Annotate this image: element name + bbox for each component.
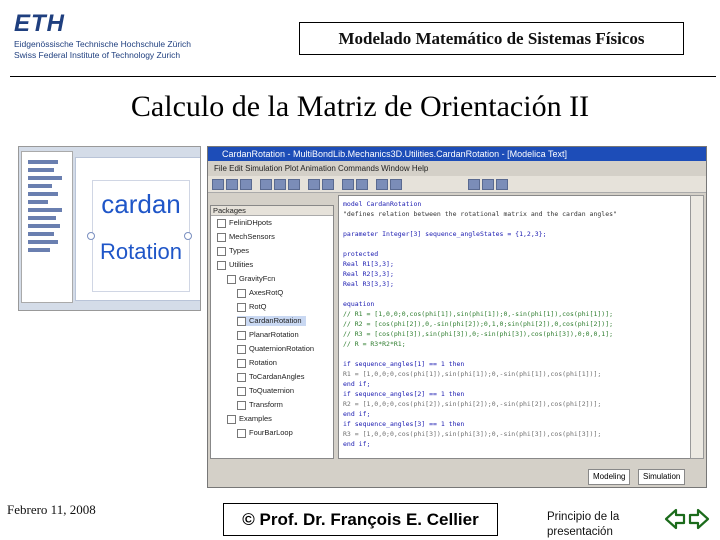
code-line: "defines relation between the rotational… bbox=[343, 210, 617, 218]
editor-title-bar: CardanRotation - MultiBondLib.Mechanics3… bbox=[208, 147, 706, 161]
code-line: protected bbox=[343, 250, 379, 258]
package-browser: Packages FeliniDHpots MechSensors Types … bbox=[210, 205, 334, 459]
double-arrow-icon[interactable] bbox=[664, 507, 710, 531]
code-line: equation bbox=[343, 300, 375, 308]
copy-icon[interactable] bbox=[274, 179, 286, 190]
slide-title: Calculo de la Matriz de Orientación II bbox=[130, 90, 590, 123]
back-to-start-link[interactable]: Principio de la presentación bbox=[547, 510, 642, 540]
course-title: Modelado Matemático de Sistemas Físicos bbox=[299, 22, 684, 55]
text-view-icon[interactable] bbox=[496, 179, 508, 190]
simulate-icon[interactable] bbox=[356, 179, 368, 190]
code-line: end if; bbox=[343, 410, 371, 418]
package-item[interactable]: ToQuaternion bbox=[237, 386, 294, 396]
cut-icon[interactable] bbox=[260, 179, 272, 190]
plot-icon[interactable] bbox=[376, 179, 388, 190]
package-item[interactable]: RotQ bbox=[237, 302, 267, 312]
code-line: R1 = [1,0,0;0,cos(phi[1]),sin(phi[1]);0,… bbox=[343, 370, 602, 378]
open-icon[interactable] bbox=[226, 179, 238, 190]
modelica-code-editor[interactable]: model CardanRotation "defines relation b… bbox=[338, 195, 692, 459]
author-credit: © Prof. Dr. François E. Cellier bbox=[223, 503, 498, 536]
package-item[interactable]: PlanarRotation bbox=[237, 330, 299, 340]
code-line: model CardanRotation bbox=[343, 200, 422, 208]
port-right-icon bbox=[184, 232, 192, 240]
code-line: if sequence_angles[1] == 1 then bbox=[343, 360, 465, 368]
icon-view-screenshot: cardan Rotation bbox=[18, 146, 201, 311]
editor-mode-bar: Modeling Simulation bbox=[208, 459, 706, 487]
slide-date: Febrero 11, 2008 bbox=[7, 502, 96, 517]
redo-icon[interactable] bbox=[322, 179, 334, 190]
header-divider bbox=[10, 76, 716, 77]
code-line: Real R2[3,3]; bbox=[343, 270, 394, 278]
new-icon[interactable] bbox=[212, 179, 224, 190]
package-item[interactable]: ToCardanAngles bbox=[237, 372, 304, 382]
package-item[interactable]: GravityFcn bbox=[227, 274, 275, 284]
package-item[interactable]: AxesRotQ bbox=[237, 288, 283, 298]
package-item-selected[interactable]: CardanRotation bbox=[237, 316, 306, 326]
institution-name-en: Swiss Federal Institute of Technology Zu… bbox=[14, 50, 181, 60]
code-line: end if; bbox=[343, 380, 371, 388]
package-item[interactable]: FeliniDHpots bbox=[217, 218, 272, 228]
code-line: // R1 = [1,0,0;0,cos(phi[1]),sin(phi[1])… bbox=[343, 310, 614, 318]
code-line: // R2 = [cos(phi[2]),0,-sin(phi[2]);0,1,… bbox=[343, 320, 614, 328]
undo-icon[interactable] bbox=[308, 179, 320, 190]
code-line: // R3 = [cos(phi[3]),sin(phi[3]),0;-sin(… bbox=[343, 330, 614, 338]
editor-toolbar bbox=[208, 176, 706, 193]
package-item[interactable]: FourBarLoop bbox=[237, 428, 293, 438]
model-tree bbox=[21, 151, 73, 303]
code-line: parameter Integer[3] sequence_angleState… bbox=[343, 230, 547, 238]
package-item[interactable]: QuaternionRotation bbox=[237, 344, 314, 354]
icon-label-rotation: Rotation bbox=[100, 239, 182, 264]
code-line: Real R3[3,3]; bbox=[343, 280, 394, 288]
package-item[interactable]: Rotation bbox=[237, 358, 277, 368]
port-left-icon bbox=[87, 232, 95, 240]
cardan-rotation-icon: cardan Rotation bbox=[75, 157, 200, 301]
check-icon[interactable] bbox=[342, 179, 354, 190]
package-browser-header: Packages bbox=[211, 206, 333, 216]
save-icon[interactable] bbox=[240, 179, 252, 190]
code-line: R2 = [1,0,0;0,cos(phi[2]),sin(phi[2]);0,… bbox=[343, 400, 602, 408]
icon-label-cardan: cardan bbox=[101, 189, 181, 219]
package-item[interactable]: Types bbox=[217, 246, 249, 256]
code-line: Real R1[3,3]; bbox=[343, 260, 394, 268]
animation-icon[interactable] bbox=[390, 179, 402, 190]
package-item[interactable]: MechSensors bbox=[217, 232, 275, 242]
package-item[interactable]: Examples bbox=[227, 414, 272, 424]
code-line: // R = R3*R2*R1; bbox=[343, 340, 406, 348]
package-item[interactable]: Utilities bbox=[217, 260, 253, 270]
code-vertical-scrollbar[interactable] bbox=[690, 195, 704, 459]
editor-menu-bar[interactable]: File Edit Simulation Plot Animation Comm… bbox=[208, 162, 706, 175]
modelica-editor-window: CardanRotation - MultiBondLib.Mechanics3… bbox=[207, 146, 707, 488]
code-line: end if; bbox=[343, 440, 371, 448]
code-line: if sequence_angles[2] == 1 then bbox=[343, 390, 465, 398]
package-item[interactable]: Transform bbox=[237, 400, 283, 410]
code-line: R3 = [1,0,0;0,cos(phi[3]),sin(phi[3]);0,… bbox=[343, 430, 602, 438]
code-line: if sequence_angles[3] == 1 then bbox=[343, 420, 465, 428]
diagram-icon[interactable] bbox=[482, 179, 494, 190]
paste-icon[interactable] bbox=[288, 179, 300, 190]
eth-logo: ETH bbox=[14, 10, 65, 37]
zoom-icon[interactable] bbox=[468, 179, 480, 190]
institution-name-de: Eidgenössische Technische Hochschule Zür… bbox=[14, 39, 192, 49]
simulation-mode-button[interactable]: Simulation bbox=[638, 469, 686, 485]
modeling-mode-button[interactable]: Modeling bbox=[588, 469, 631, 485]
